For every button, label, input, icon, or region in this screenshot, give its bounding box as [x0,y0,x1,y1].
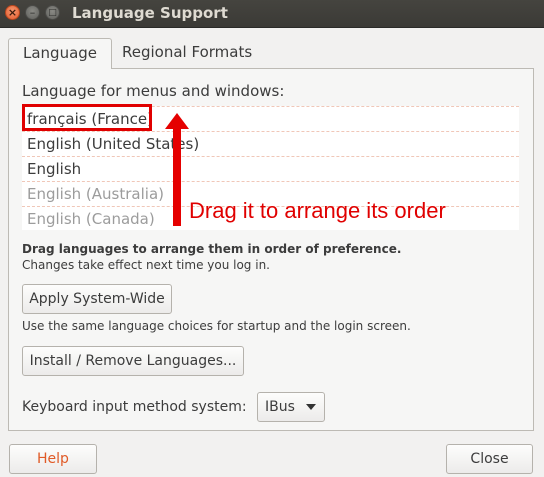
language-item-english-us[interactable]: English (United States) [22,131,519,156]
help-button[interactable]: Help [9,444,97,474]
language-label: English (Canada) [27,210,155,228]
language-label: English (Australia) [27,185,164,203]
apply-system-wide-button[interactable]: Apply System-Wide [22,284,172,314]
highlight-box [22,104,152,131]
annotation-text: Drag it to arrange its order [189,198,446,223]
drag-hint-note: Changes take effect next time you log in… [22,258,270,272]
minimize-icon: – [29,6,36,19]
install-remove-languages-button[interactable]: Install / Remove Languages... [22,346,244,376]
minimize-window-button[interactable]: – [25,5,40,20]
chevron-down-icon [306,404,316,410]
arrow-shaft [173,127,181,226]
drag-hint: Drag languages to arrange them in order … [22,242,402,256]
close-window-button[interactable]: × [5,5,20,20]
tab-regional-formats[interactable]: Regional Formats [108,38,266,68]
language-list-heading: Language for menus and windows: [22,82,285,100]
title-bar: × – □ Language Support [0,0,544,28]
keyboard-input-method-value: IBus [265,399,295,415]
apply-note: Use the same language choices for startu… [22,319,411,333]
language-label: English [27,160,82,178]
maximize-icon: □ [48,8,57,18]
close-button[interactable]: Close [446,444,533,474]
keyboard-input-method-select[interactable]: IBus [257,392,325,422]
close-icon: × [7,6,18,19]
window-title: Language Support [72,4,228,22]
keyboard-input-label: Keyboard input method system: [22,399,247,415]
maximize-window-button[interactable]: □ [45,5,60,20]
language-item-english[interactable]: English [22,156,519,181]
tab-language[interactable]: Language [8,38,113,69]
